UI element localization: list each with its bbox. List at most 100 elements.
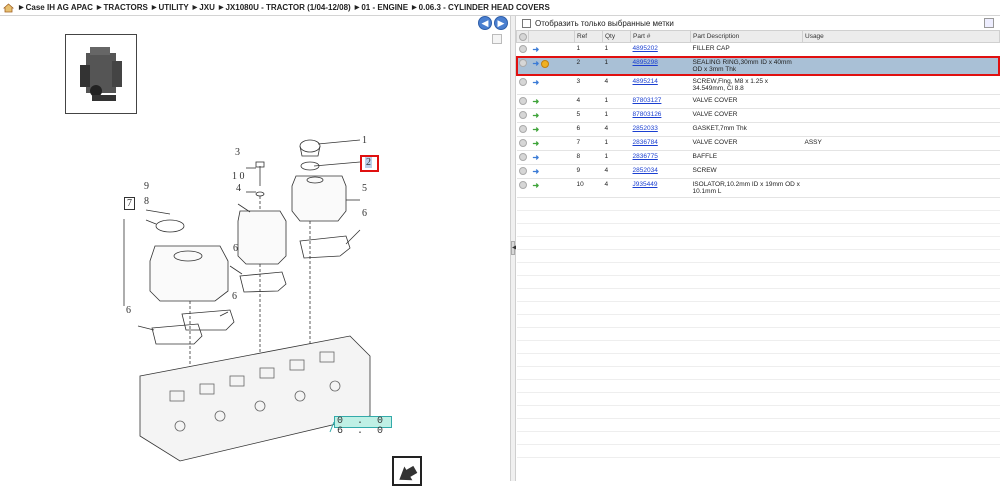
part-number-link[interactable]: 87803127 — [633, 97, 662, 104]
engine-thumbnail[interactable] — [65, 34, 137, 114]
part-number-link[interactable]: 4895298 — [633, 59, 658, 66]
diagram-label-6d[interactable]: 6 — [126, 305, 131, 316]
empty-row — [516, 236, 1000, 250]
empty-row — [516, 314, 1000, 328]
row-select-icon[interactable] — [518, 167, 527, 175]
blue-arrow-icon[interactable]: ➜ — [533, 153, 540, 162]
panel-menu-icon[interactable] — [984, 18, 994, 28]
green-arrow-icon[interactable]: ➜ — [533, 111, 540, 120]
row-select-icon[interactable] — [518, 59, 527, 67]
diagram-label-3[interactable]: 3 — [235, 147, 240, 158]
row-select-icon[interactable] — [518, 97, 527, 105]
diagram-label-6c[interactable]: 6 — [232, 291, 237, 302]
row-select-icon[interactable] — [518, 139, 527, 147]
row-select-icon[interactable] — [518, 78, 527, 86]
row-select-icon[interactable] — [518, 111, 527, 119]
cell-usage — [802, 122, 1000, 137]
breadcrumb-item-tractors[interactable]: ▶ TRACTORS — [97, 3, 148, 12]
row-select-icon[interactable] — [518, 153, 527, 161]
part-number-link[interactable]: 87803126 — [633, 111, 662, 118]
table-row[interactable]: ➜ 1 1 4895202 FILLER CAP — [516, 42, 1000, 57]
table-row[interactable]: ➜ 4 1 87803127 VALVE COVER — [516, 94, 1000, 109]
diagram-label-6a[interactable]: 6 — [362, 208, 367, 219]
part-number-link[interactable]: 4895214 — [633, 78, 658, 85]
row-select-icon[interactable] — [518, 125, 527, 133]
cell-qty: 1 — [602, 150, 631, 165]
breadcrumb-item-section[interactable]: ▶ 0.06.3 - CYLINDER HEAD COVERS — [412, 3, 550, 12]
blue-arrow-icon[interactable]: ➜ — [533, 59, 540, 68]
table-row[interactable]: ➜ 9 4 2852034 SCREW — [516, 164, 1000, 179]
cell-usage — [802, 94, 1000, 109]
home-icon[interactable] — [3, 2, 14, 13]
cell-ref: 9 — [574, 164, 603, 179]
cell-description: SEALING RING,30mm ID x 40mm OD x 3mm Thk — [690, 56, 803, 76]
part-number-link[interactable]: J935449 — [633, 181, 658, 188]
diagram-label-4[interactable]: 4 — [236, 183, 241, 194]
diagram-label-10[interactable]: 1 0 — [232, 171, 245, 182]
diagram-label-5[interactable]: 5 — [362, 183, 367, 194]
col-qty[interactable]: Qty — [602, 30, 631, 43]
breadcrumb-item-utility[interactable]: ▶ UTILITY — [152, 3, 189, 12]
col-part-number[interactable]: Part # — [630, 30, 691, 43]
col-description[interactable]: Part Description — [690, 30, 803, 43]
green-arrow-icon[interactable]: ➜ — [533, 181, 540, 190]
next-page-icon[interactable] — [392, 456, 422, 486]
empty-row — [516, 444, 1000, 458]
cell-ref: 3 — [574, 75, 603, 95]
cell-usage — [802, 150, 1000, 165]
breadcrumb-item-model[interactable]: ▶ JX1080U - TRACTOR (1/04-12/08) — [219, 3, 351, 12]
blue-arrow-icon[interactable]: ➜ — [533, 45, 540, 54]
part-number-link[interactable]: 2852034 — [633, 167, 658, 174]
back-button[interactable]: ◀ — [478, 16, 492, 30]
cell-description: GASKET,7mm Thk — [690, 122, 803, 137]
diagram-label-6b[interactable]: 6 — [233, 243, 238, 254]
diagram-label-7[interactable]: 7 — [124, 197, 135, 210]
breadcrumb-item-brand[interactable]: ▶ Case IH AG APAC — [19, 3, 93, 12]
col-usage[interactable]: Usage — [802, 30, 1000, 43]
part-number-link[interactable]: 2852033 — [633, 125, 658, 132]
diagram-code-label[interactable]: 0 . 0 6 . 0 — [334, 416, 392, 437]
table-row[interactable]: ➜ 3 4 4895214 SCREW,Flng, M8 x 1.25 x 34.549… — [516, 75, 1000, 95]
part-number-link[interactable]: 4895202 — [633, 45, 658, 52]
part-number-link[interactable]: 2836784 — [633, 139, 658, 146]
empty-row — [516, 340, 1000, 354]
green-arrow-icon[interactable]: ➜ — [533, 139, 540, 148]
cell-ref: 6 — [574, 122, 603, 137]
diagram-label-2[interactable]: 2 — [365, 157, 372, 168]
show-selected-label: Отобразить только выбранные метки — [535, 18, 674, 28]
cell-ref: 10 — [574, 178, 603, 198]
empty-row — [516, 210, 1000, 224]
diagram-panel: ◀ ▶ 1 2 3 1 0 4 5 6 7 8 9 6 6 6 0 . 0 6 … — [0, 16, 510, 486]
row-select-icon[interactable] — [518, 181, 527, 189]
breadcrumb-item-jxu[interactable]: ▶ JXU — [193, 3, 215, 12]
table-row[interactable]: ➜ 10 4 J935449 ISOLATOR,10.2mm ID x 19mm OD … — [516, 178, 1000, 198]
table-row[interactable]: ➜ 2 1 4895298 SEALING RING,30mm ID x 40mm OD… — [516, 56, 1000, 76]
splitter-grip-icon[interactable]: ◀ — [511, 241, 517, 255]
breadcrumb: ▶ Case IH AG APAC ▶ TRACTORS ▶ UTILITY ▶ JXU… — [0, 0, 1000, 16]
diagram-label-1[interactable]: 1 — [362, 135, 367, 146]
table-row[interactable]: ➜ 7 1 2836784 VALVE COVER ASSY — [516, 136, 1000, 151]
breadcrumb-item-engine[interactable]: ▶ 01 - ENGINE — [355, 3, 408, 12]
empty-row — [516, 392, 1000, 406]
empty-row — [516, 249, 1000, 263]
cell-qty: 1 — [602, 42, 631, 57]
show-selected-checkbox[interactable] — [522, 18, 531, 28]
blue-arrow-icon[interactable]: ➜ — [533, 167, 540, 176]
diagram-label-8[interactable]: 8 — [144, 196, 149, 207]
info-bulb-icon[interactable] — [541, 59, 550, 68]
diagram-label-9[interactable]: 9 — [144, 181, 149, 192]
forward-button[interactable]: ▶ — [494, 16, 508, 30]
green-arrow-icon[interactable]: ➜ — [533, 125, 540, 134]
row-select-icon[interactable] — [518, 45, 527, 53]
green-arrow-icon[interactable]: ➜ — [533, 97, 540, 106]
col-ref[interactable]: Ref — [574, 30, 603, 43]
select-all-header[interactable] — [516, 30, 529, 43]
cell-qty: 4 — [602, 164, 631, 179]
select-all-icon[interactable] — [519, 32, 527, 41]
panel-toggle-icon[interactable] — [492, 34, 502, 44]
blue-arrow-icon[interactable]: ➜ — [533, 78, 540, 87]
table-row[interactable]: ➜ 8 1 2836775 BAFFLE — [516, 150, 1000, 165]
part-number-link[interactable]: 2836775 — [633, 153, 658, 160]
table-row[interactable]: ➜ 5 1 87803126 VALVE COVER — [516, 108, 1000, 123]
table-row[interactable]: ➜ 6 4 2852033 GASKET,7mm Thk — [516, 122, 1000, 137]
